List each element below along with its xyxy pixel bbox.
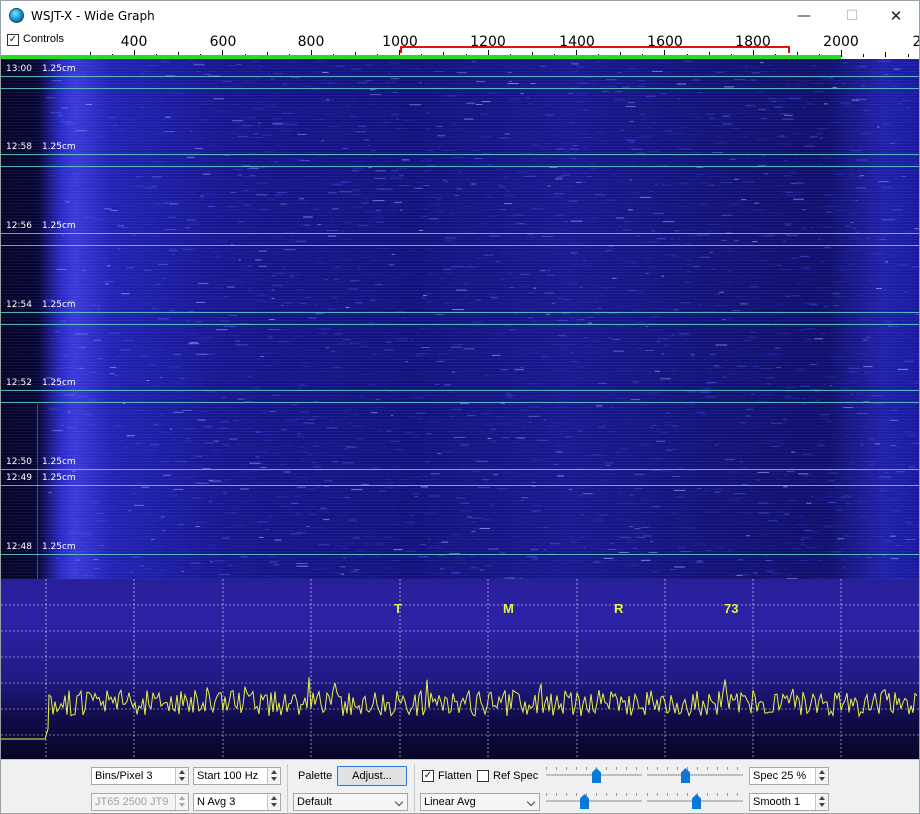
- adjust-palette-button[interactable]: Adjust...: [337, 766, 407, 786]
- waterfall-timestamp: 12:52 1.25cm: [6, 378, 76, 388]
- spin-arrows-icon[interactable]: [267, 794, 280, 810]
- smooth-spinbox[interactable]: Smooth 1: [749, 793, 829, 811]
- palette-select[interactable]: Default: [293, 793, 408, 811]
- submode-label-t: T: [394, 601, 402, 616]
- spin-arrows-icon[interactable]: [267, 768, 280, 784]
- ruler-tick: [841, 50, 842, 57]
- spectrum-display[interactable]: T M R 73: [1, 579, 919, 759]
- start-frequency-value: Start 100 Hz: [197, 770, 259, 782]
- averaging-mode-value: Linear Avg: [424, 796, 476, 808]
- spin-arrows-icon: [175, 794, 188, 810]
- minimize-button[interactable]: —: [781, 1, 827, 31]
- frequency-ruler[interactable]: ✓ Controls 400 600 800 1000 1200 1400 1600 1800…: [1, 31, 919, 59]
- n-avg-value: N Avg 3: [197, 796, 236, 808]
- ref-spec-label: Ref Spec: [493, 770, 539, 782]
- waterfall-period-line: [1, 245, 919, 246]
- slider-handle-icon[interactable]: [681, 768, 690, 783]
- zero-slider[interactable]: [647, 767, 743, 783]
- ref-spec-checkbox[interactable]: [477, 770, 489, 782]
- waterfall-period-line: [1, 154, 919, 155]
- waterfall-edge-line: [37, 404, 38, 579]
- start-frequency-spinbox[interactable]: Start 100 Hz: [193, 767, 281, 785]
- mode-display-spinbox: JT65 2500 JT9: [91, 793, 189, 811]
- waterfall-period-line: [1, 554, 919, 555]
- waterfall-timestamp: 12:56 1.25cm: [6, 221, 76, 231]
- palette-label: Palette: [298, 770, 333, 782]
- tx-frequency-marker[interactable]: [400, 46, 790, 53]
- waterfall-timestamp: 12:58 1.25cm: [6, 142, 76, 152]
- averaging-mode-select[interactable]: Linear Avg: [420, 793, 540, 811]
- ruler-tick: [863, 54, 864, 57]
- chevron-down-icon: [526, 797, 536, 807]
- waterfall-display[interactable]: 13:00 1.25cm 12:58 1.25cm 12:56 1.25cm 12:54 1.…: [1, 59, 919, 579]
- palette-select-value: Default: [297, 796, 332, 808]
- waterfall-period-line: [1, 324, 919, 325]
- bins-per-pixel-value: Bins/Pixel 3: [95, 770, 153, 782]
- flatten-label: Flatten: [438, 770, 472, 782]
- spin-arrows-icon[interactable]: [175, 768, 188, 784]
- control-panel: Bins/Pixel 3 Start 100 Hz JT65 2500 JT9 …: [1, 759, 919, 813]
- ruler-tick-label: 600: [209, 34, 237, 50]
- waterfall-period-line: [1, 469, 919, 470]
- ruler-tick-label: 400: [120, 34, 148, 50]
- waterfall-period-line: [1, 390, 919, 391]
- waterfall-period-line: [1, 233, 919, 234]
- slider-handle-icon[interactable]: [580, 794, 589, 809]
- wsjtx-app-icon: [9, 8, 24, 23]
- mode-display-value: JT65 2500 JT9: [95, 796, 169, 808]
- wide-graph-window: WSJT-X - Wide Graph — ☐ ✕ ✓ Controls 400…: [0, 0, 920, 814]
- waterfall-noise: [46, 59, 919, 579]
- ruler-tick: [885, 52, 886, 57]
- spin-arrows-icon[interactable]: [815, 794, 828, 810]
- spec-percent-value: Spec 25 %: [753, 770, 807, 782]
- spec-zero-slider[interactable]: [647, 793, 743, 809]
- window-title: WSJT-X - Wide Graph: [31, 9, 155, 23]
- waterfall-timestamp: 13:00 1.25cm: [6, 64, 76, 74]
- slider-handle-icon[interactable]: [692, 794, 701, 809]
- spec-percent-spinbox[interactable]: Spec 25 %: [749, 767, 829, 785]
- waterfall-timestamp: 12:54 1.25cm: [6, 300, 76, 310]
- submode-label-m: M: [503, 601, 514, 616]
- waterfall-timestamp: 12:50 1.25cm: [6, 457, 76, 467]
- maximize-button[interactable]: ☐: [829, 1, 875, 31]
- flatten-checkbox[interactable]: ✓: [422, 770, 434, 782]
- controls-label: Controls: [23, 33, 64, 45]
- submode-label-r: R: [614, 601, 624, 616]
- waterfall-timestamp: 12:49 1.25cm: [6, 473, 76, 483]
- n-avg-spinbox[interactable]: N Avg 3: [193, 793, 281, 811]
- waterfall-timestamp: 12:48 1.25cm: [6, 542, 76, 552]
- ruler-tick-label: 2000: [823, 34, 859, 50]
- gain-slider[interactable]: [546, 767, 642, 783]
- waterfall-period-line: [1, 166, 919, 167]
- smooth-value: Smooth 1: [753, 796, 801, 808]
- waterfall-period-line: [1, 402, 919, 403]
- waterfall-period-line: [1, 312, 919, 313]
- close-button[interactable]: ✕: [873, 1, 919, 31]
- ruler-tick: [908, 54, 909, 57]
- waterfall-period-line: [1, 76, 919, 77]
- chevron-down-icon: [394, 797, 404, 807]
- title-bar: WSJT-X - Wide Graph — ☐ ✕: [1, 1, 919, 31]
- waterfall-period-line: [1, 485, 919, 486]
- slider-handle-icon[interactable]: [592, 768, 601, 783]
- spectrum-trace: [1, 677, 918, 740]
- spin-arrows-icon[interactable]: [815, 768, 828, 784]
- ruler-tick-label: 2: [913, 34, 919, 50]
- spec-gain-slider[interactable]: [546, 793, 642, 809]
- controls-checkbox[interactable]: ✓: [7, 34, 19, 46]
- separator: [414, 764, 415, 812]
- separator: [287, 764, 288, 812]
- bins-per-pixel-spinbox[interactable]: Bins/Pixel 3: [91, 767, 189, 785]
- spectrum-plot: [1, 579, 919, 759]
- waterfall-period-line: [1, 88, 919, 89]
- submode-label-73: 73: [724, 601, 739, 616]
- ruler-tick-label: 800: [297, 34, 325, 50]
